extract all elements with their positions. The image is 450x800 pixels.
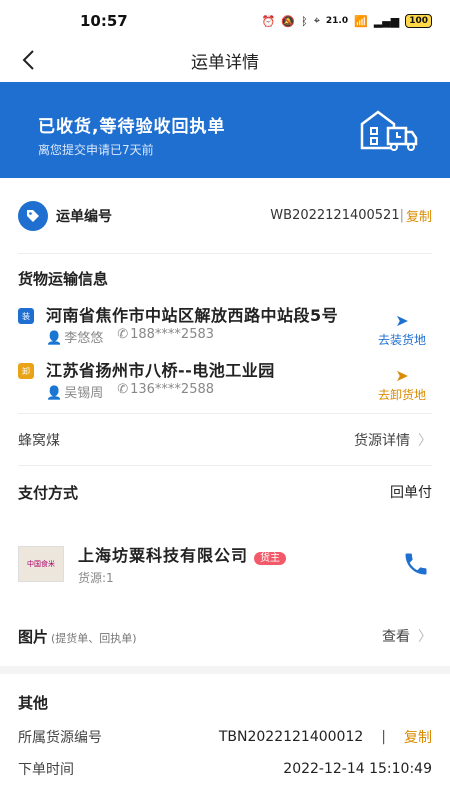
pictures-label: 图片 <box>18 627 49 646</box>
cargo-row[interactable]: 蜂窝煤 货源详情〉 <box>18 414 432 466</box>
unload-person: 吴锡周 <box>64 386 104 401</box>
signal-icon: ▂▄▆ <box>373 14 400 28</box>
source-number-label: 所属货源编号 <box>18 730 102 746</box>
nav-bar: 运单详情 <box>0 42 450 78</box>
chevron-right-icon: 〉 <box>418 432 432 449</box>
source-number-row: 所属货源编号 TBN2022121400012 | 复制 <box>18 721 432 753</box>
company-logo: 中国食米 <box>18 546 64 582</box>
chevron-right-icon: 〉 <box>418 629 432 645</box>
company-source-count: 货源:1 <box>78 571 114 585</box>
delivery-truck-icon <box>360 110 418 151</box>
view-pictures-link[interactable]: 查看 <box>382 626 410 646</box>
net-speed: 21.0 <box>325 16 349 26</box>
order-time-label: 下单时间 <box>18 762 74 778</box>
load-person: 李悠悠 <box>64 331 104 346</box>
cargo-name: 蜂窝煤 <box>18 432 60 449</box>
mute-icon: 🔕 <box>281 14 296 28</box>
payment-value: 回单付 <box>390 485 432 501</box>
waybill-number-row: 运单编号 WB2022121400521 | 复制 <box>18 178 432 254</box>
company-logo-text: 中国食米 <box>27 560 55 568</box>
status-icons: ⏰ 🔕 ᛒ ⌖ 21.0 📶 ▂▄▆ 100 <box>262 14 432 28</box>
goods-section-title: 货物运输信息 <box>18 270 109 288</box>
person-icon: 👤 <box>46 331 63 346</box>
source-number: TBN2022121400012 <box>218 729 364 745</box>
clock: 10:57 <box>80 12 128 30</box>
unload-place: 江苏省扬州市八桥--电池工业园 <box>46 361 275 380</box>
order-time-row: 下单时间 2022-12-14 15:10:49 <box>18 753 432 785</box>
wifi-icon: 📶 <box>354 14 368 28</box>
phone-icon: ✆ <box>117 327 129 342</box>
unloading-address: 卸 江苏省扬州市八桥--电池工业园 👤 吴锡周 ✆ 136****2588 ➤ 去卸… <box>18 360 432 414</box>
waybill-label: 运单编号 <box>56 208 112 225</box>
other-title: 其他 <box>18 694 49 712</box>
unload-phone: 136****2588 <box>130 382 215 397</box>
go-unloading-label: 去卸货地 <box>377 388 426 402</box>
unload-badge: 卸 <box>18 363 34 379</box>
divider: | <box>399 208 404 223</box>
cargo-detail-link[interactable]: 货源详情 <box>354 430 410 450</box>
battery-icon: 100 <box>405 14 432 28</box>
section-divider <box>0 666 450 674</box>
tag-icon <box>18 200 48 231</box>
go-loading-label: 去装货地 <box>377 333 426 347</box>
order-time: 2022-12-14 15:10:49 <box>283 761 432 777</box>
phone-icon: ✆ <box>117 382 129 397</box>
navigation-arrow-icon: ➤ <box>395 311 409 330</box>
alarm-icon: ⏰ <box>261 14 276 28</box>
waybill-number: WB2022121400521 <box>270 208 400 223</box>
call-icon[interactable] <box>402 550 430 578</box>
back-arrow-icon[interactable] <box>18 48 42 72</box>
pictures-sub: (提货单、回执单) <box>51 631 137 645</box>
navigation-arrow-icon: ➤ <box>395 366 409 385</box>
payment-label: 支付方式 <box>18 483 79 502</box>
page-title: 运单详情 <box>191 52 259 73</box>
owner-badge: 货主 <box>254 552 287 565</box>
load-place: 河南省焦作市中站区解放西路中站段5号 <box>46 306 339 325</box>
payment-row: 支付方式 回单付 <box>18 466 432 518</box>
copy-waybill-button[interactable]: 复制 <box>406 206 432 225</box>
company-name: 上海坊粟科技有限公司 <box>78 546 249 565</box>
status-banner: 已收货,等待验收回执单 离您提交申请已7天前 <box>0 82 450 178</box>
copy-source-button[interactable]: 复制 <box>404 727 432 747</box>
bluetooth-icon: ᛒ <box>301 14 308 28</box>
load-badge: 装 <box>18 308 34 324</box>
location-icon: ⌖ <box>313 14 320 27</box>
go-unloading-button[interactable]: ➤ 去卸货地 <box>372 366 432 403</box>
pictures-row[interactable]: 图片 (提货单、回执单) 查看〉 <box>18 610 432 662</box>
status-bar: 10:57 ⏰ 🔕 ᛒ ⌖ 21.0 📶 ▂▄▆ 100 <box>0 0 450 42</box>
load-phone: 188****2583 <box>130 327 215 342</box>
divider: | <box>381 729 386 745</box>
shipper-company: 中国食米 上海坊粟科技有限公司 货主 货源:1 <box>18 518 432 610</box>
loading-address: 装 河南省焦作市中站区解放西路中站段5号 👤 李悠悠 ✆ 188****2583 ➤… <box>18 305 432 348</box>
go-loading-button[interactable]: ➤ 去装货地 <box>372 311 432 348</box>
person-icon: 👤 <box>46 386 63 401</box>
